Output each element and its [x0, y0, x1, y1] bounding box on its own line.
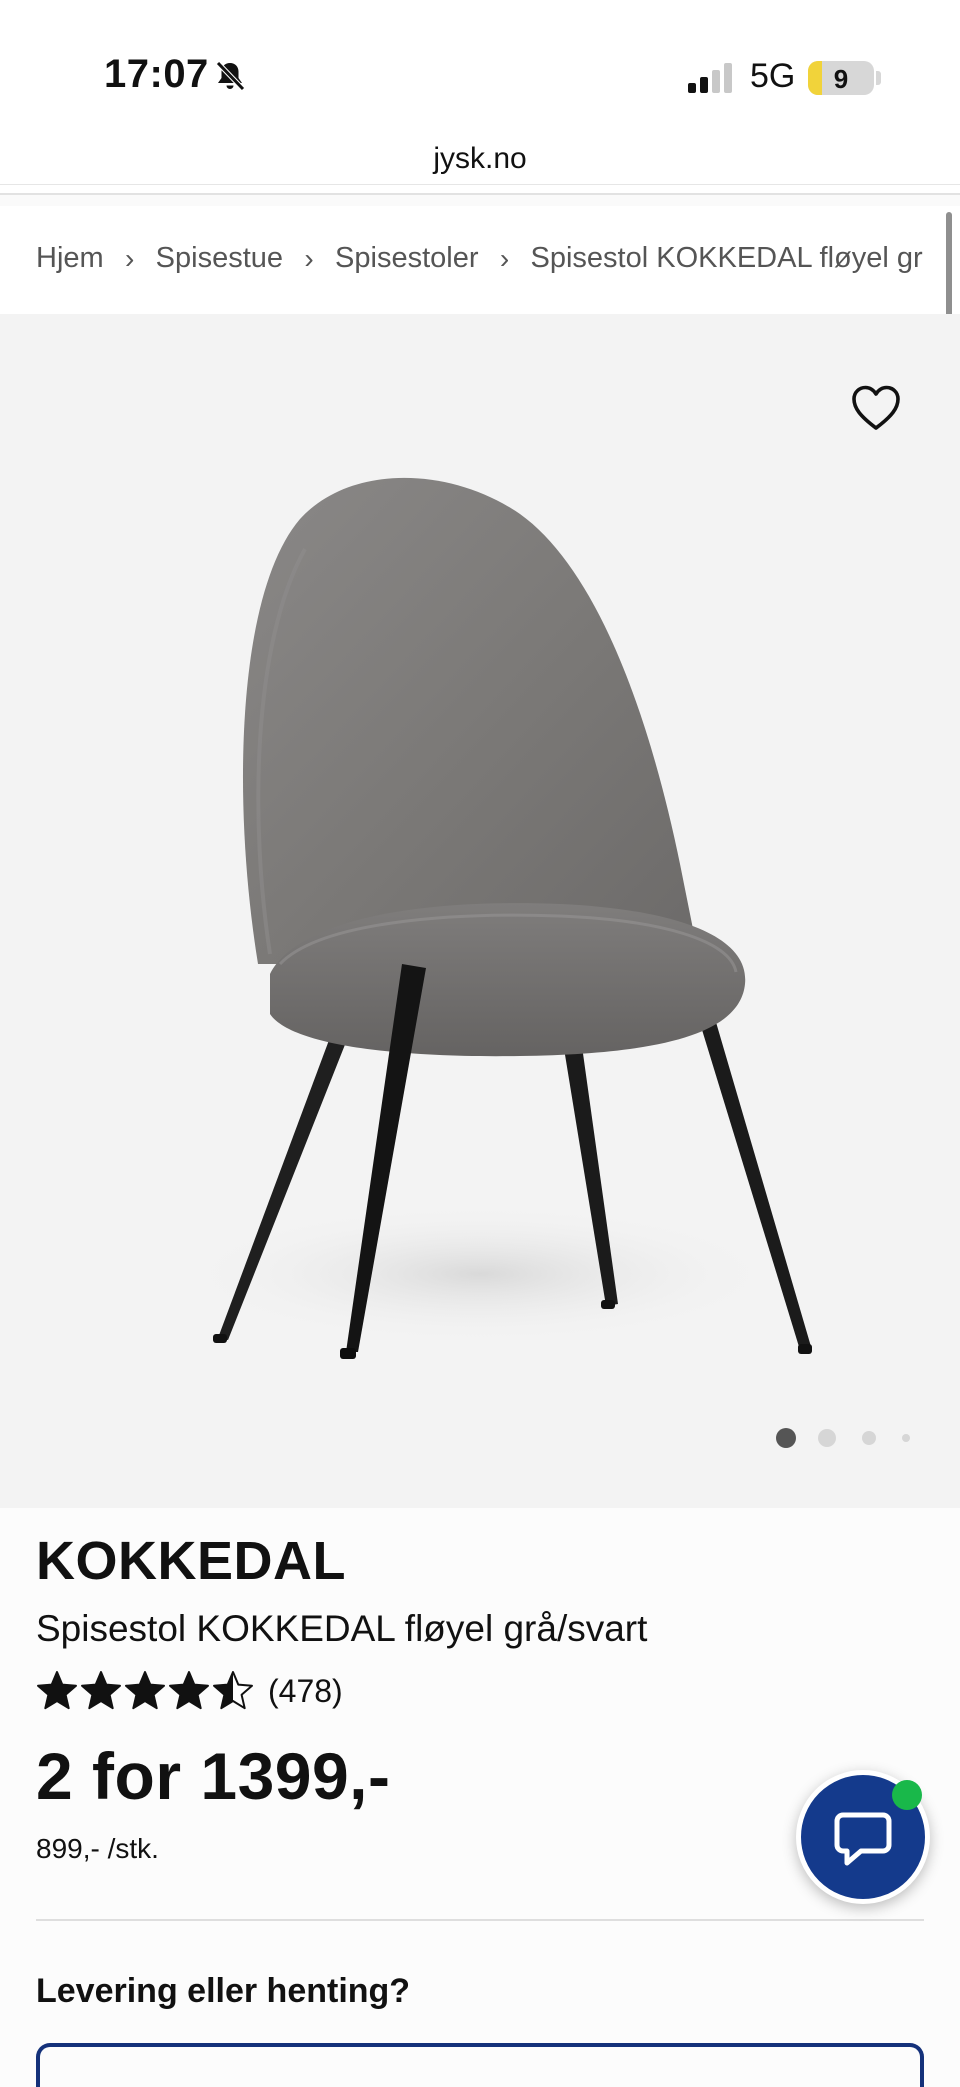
chat-bubble-icon: [834, 1812, 892, 1866]
rating-count[interactable]: (478): [268, 1673, 343, 1710]
online-status-dot: [892, 1780, 922, 1810]
breadcrumb-item[interactable]: Hjem: [36, 242, 104, 275]
star-icon: [125, 1671, 165, 1710]
product-image: [180, 477, 812, 1359]
breadcrumb-item[interactable]: Spisestol KOKKEDAL fløyel gr: [531, 242, 923, 275]
star-icon: [37, 1671, 77, 1710]
carousel-dot[interactable]: [902, 1434, 910, 1442]
breadcrumb-item[interactable]: Spisestoler: [335, 242, 478, 275]
status-time: 17:07: [104, 52, 209, 96]
delivery-option-card[interactable]: [36, 2043, 924, 2087]
breadcrumb-item[interactable]: Spisestue: [156, 242, 283, 275]
chevron-right-icon: ›: [304, 242, 314, 274]
chevron-right-icon: ›: [125, 242, 135, 274]
battery-indicator: 9: [808, 61, 874, 95]
star-icon: [81, 1671, 121, 1710]
product-brand: KOKKEDAL: [36, 1531, 346, 1591]
carousel-dot[interactable]: [862, 1431, 876, 1445]
delivery-heading: Levering eller henting?: [36, 1972, 411, 2010]
address-bar[interactable]: jysk.no: [0, 110, 960, 195]
rating-stars: [36, 1670, 254, 1712]
status-bar: 17:07 5G 9: [0, 0, 960, 110]
divider: [36, 1919, 924, 1921]
network-type: 5G: [750, 57, 796, 95]
chevron-right-icon: ›: [499, 242, 510, 274]
breadcrumb: Hjem › Spisestue › Spisestoler › Spisestol KOK…: [0, 206, 960, 314]
signal-icon: [688, 63, 732, 93]
star-icon: [213, 1671, 253, 1710]
carousel-dot[interactable]: [818, 1429, 836, 1447]
url-text[interactable]: jysk.no: [0, 142, 960, 176]
product-price: 2 for 1399,-: [36, 1739, 391, 1813]
carousel-indicator[interactable]: [756, 1428, 910, 1448]
product-name: Spisestol KOKKEDAL fløyel grå/svart: [36, 1608, 648, 1649]
breadcrumb-list: Hjem › Spisestue › Spisestoler › Spisestol KOK…: [36, 242, 923, 275]
battery-tip: [876, 71, 881, 85]
bell-slash-icon: [216, 61, 245, 91]
unit-price: 899,- /stk.: [36, 1833, 159, 1864]
heart-icon[interactable]: [850, 384, 902, 432]
product-gallery[interactable]: [0, 314, 960, 1508]
carousel-dot[interactable]: [776, 1428, 796, 1448]
star-icon: [169, 1671, 209, 1710]
product-rating[interactable]: (478): [36, 1670, 343, 1712]
battery-level: 9: [833, 64, 849, 94]
